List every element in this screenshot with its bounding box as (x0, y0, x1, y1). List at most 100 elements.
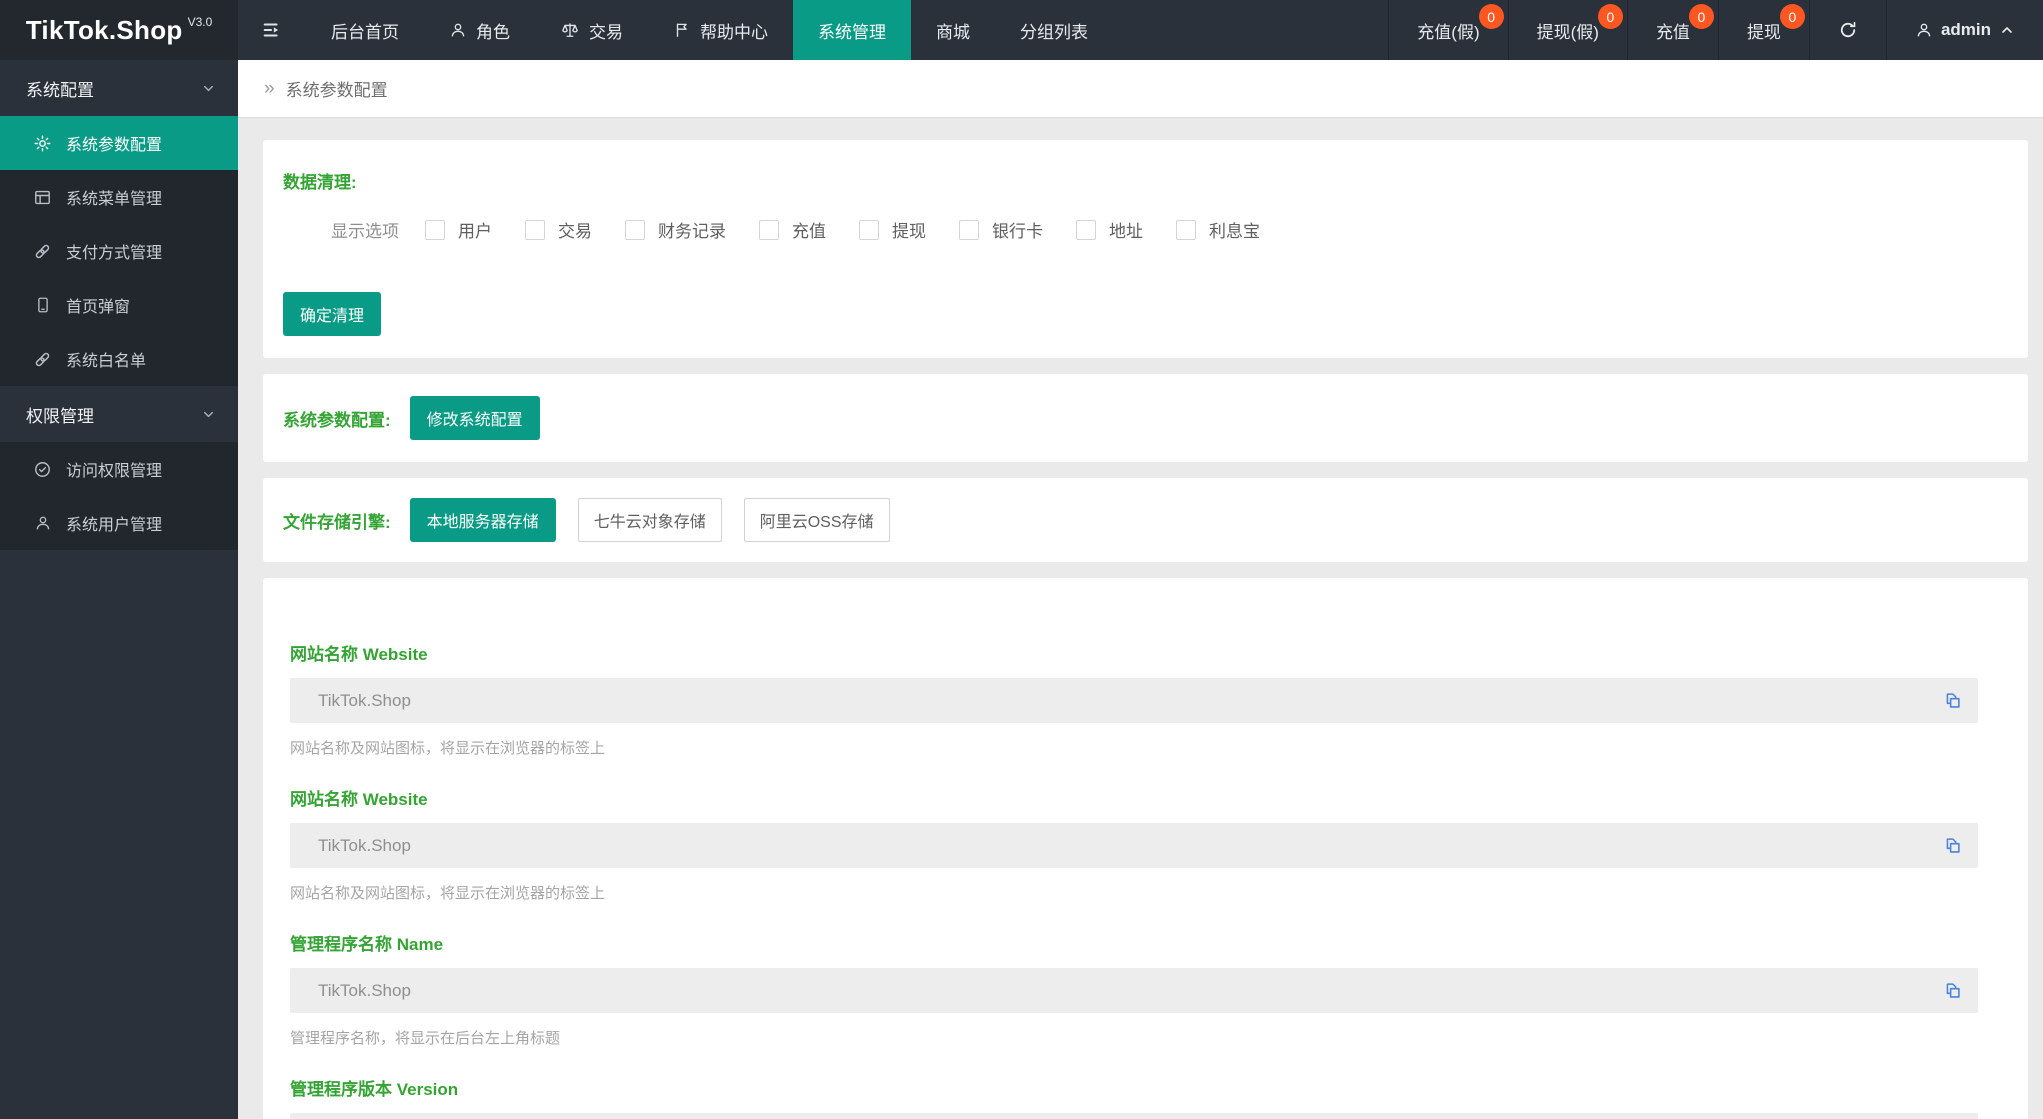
sidebar-item-access-permission[interactable]: 访问权限管理 (0, 442, 238, 496)
system-param-label: 系统参数配置: (283, 410, 391, 430)
checkbox-bank-card[interactable] (959, 219, 979, 240)
topnav-item-mall[interactable]: 商城 (911, 0, 995, 60)
sidebar-item-system-menu-management[interactable]: 系统菜单管理 (0, 170, 238, 224)
modify-system-config-button[interactable]: 修改系统配置 (409, 396, 540, 440)
withdraw-fake-button[interactable]: 提现(假) 0 (1507, 0, 1627, 60)
checkbox-withdraw[interactable] (859, 219, 879, 240)
storage-qiniu-button[interactable]: 七牛云对象存储 (577, 498, 722, 542)
topnav-item-system-management[interactable]: 系统管理 (793, 0, 911, 60)
copy-icon[interactable] (1941, 980, 1963, 1002)
copy-icon[interactable] (1941, 690, 1963, 712)
admin-name-input[interactable]: TikTok.Shop (290, 968, 1978, 1013)
field-label: 管理程序名称 Name (290, 935, 444, 954)
field-help: 网站名称及网站图标，将显示在浏览器的标签上 (290, 740, 606, 757)
check-group-user: 用户 (425, 217, 492, 242)
user-name: admin (1940, 20, 1991, 39)
person-icon (449, 21, 467, 39)
app-title: TikTok.Shop (25, 14, 183, 45)
topbar-right: 充值(假) 0 提现(假) 0 充值 0 提现 0 admin (1388, 0, 2043, 60)
app-version: V3.0 (187, 15, 213, 29)
form-field-admin-version: 管理程序版本 Version V3.0 管理程序版本，将显示在后台左上角标题 (290, 1075, 1978, 1119)
sidebar-section-system-config[interactable]: 系统配置 (0, 60, 238, 116)
checkbox-transaction[interactable] (525, 219, 545, 240)
topnav-item-dashboard[interactable]: 后台首页 (306, 0, 424, 60)
admin-version-input[interactable]: V3.0 (290, 1113, 1978, 1119)
chevron-up-icon (1999, 22, 2015, 38)
sidebar-item-system-param-config[interactable]: 系统参数配置 (0, 116, 238, 170)
sidebar-item-home-popup[interactable]: 首页弹窗 (0, 278, 238, 332)
topnav-item-group-list[interactable]: 分组列表 (995, 0, 1113, 60)
main-content: » 系统参数配置 数据清理: 显示选项 用户 交易 财务记录 充值 提现 银行卡… (238, 60, 2043, 1119)
recharge-button[interactable]: 充值 0 (1626, 0, 1718, 60)
refresh-button[interactable] (1808, 0, 1886, 60)
sidebar-item-system-users[interactable]: 系统用户管理 (0, 496, 238, 550)
page-title: 系统参数配置 (285, 81, 388, 100)
topnav-item-help-center[interactable]: 帮助中心 (648, 0, 793, 60)
shield-check-icon (32, 460, 53, 479)
recharge-badge: 0 (1688, 4, 1714, 29)
field-help: 网站名称及网站图标，将显示在浏览器的标签上 (290, 885, 606, 902)
checkbox-address[interactable] (1076, 219, 1096, 240)
field-label: 网站名称 Website (290, 790, 428, 809)
storage-engine-label: 文件存储引擎: (283, 512, 391, 532)
phone-icon (32, 296, 53, 314)
refresh-icon (1838, 20, 1858, 40)
settings-form-card: 网站名称 Website TikTok.Shop 网站名称及网站图标，将显示在浏… (263, 578, 2028, 1119)
checkbox-finance-record[interactable] (625, 219, 645, 240)
user-icon (32, 514, 53, 532)
user-icon (1915, 21, 1933, 39)
field-label: 管理程序版本 Version (290, 1080, 459, 1099)
topnav-item-transactions[interactable]: 交易 (535, 0, 648, 60)
sidebar-item-system-whitelist[interactable]: 系统白名单 (0, 332, 238, 386)
topnav-item-roles[interactable]: 角色 (424, 0, 535, 60)
withdraw-badge: 0 (1779, 4, 1805, 29)
sidebar-section-permission[interactable]: 权限管理 (0, 386, 238, 442)
app-logo[interactable]: TikTok.Shop V3.0 (0, 0, 238, 60)
app-root: TikTok.Shop V3.0 后台首页 角色 交易 帮助中心 系统管理 商城… (0, 0, 2043, 1119)
system-param-card: 系统参数配置: 修改系统配置 (263, 374, 2028, 462)
chevron-down-icon (201, 407, 216, 422)
check-group-recharge: 充值 (759, 217, 826, 242)
form-field-website-1: 网站名称 Website TikTok.Shop 网站名称及网站图标，将显示在浏… (290, 640, 1978, 758)
sidebar-submenu-permission: 访问权限管理 系统用户管理 (0, 442, 238, 550)
show-options-label: 显示选项 (331, 222, 399, 241)
checkbox-user[interactable] (425, 219, 445, 240)
checkbox-recharge[interactable] (759, 219, 779, 240)
checkbox-interest-treasure[interactable] (1176, 219, 1196, 240)
storage-aliyun-oss-button[interactable]: 阿里云OSS存储 (743, 498, 890, 542)
storage-engine-card: 文件存储引擎: 本地服务器存储 七牛云对象存储 阿里云OSS存储 (263, 478, 2028, 562)
flag-icon (673, 21, 691, 39)
scales-icon (560, 20, 580, 40)
user-menu[interactable]: admin (1885, 0, 2043, 60)
breadcrumb: » 系统参数配置 (238, 60, 2043, 118)
sidebar-item-payment-method-management[interactable]: 支付方式管理 (0, 224, 238, 278)
topbar: TikTok.Shop V3.0 后台首页 角色 交易 帮助中心 系统管理 商城… (0, 0, 2043, 60)
check-group-finance-record: 财务记录 (625, 217, 726, 242)
field-help: 管理程序名称，将显示在后台左上角标题 (290, 1030, 561, 1047)
field-label: 网站名称 Website (290, 645, 428, 664)
check-group-address: 地址 (1076, 217, 1143, 242)
recharge-fake-badge: 0 (1478, 4, 1504, 29)
website-input-1[interactable]: TikTok.Shop (290, 678, 1978, 723)
data-clean-label: 数据清理: (283, 173, 357, 192)
copy-icon[interactable] (1941, 835, 1963, 857)
confirm-clean-button[interactable]: 确定清理 (283, 292, 382, 336)
link-icon (32, 350, 53, 369)
topnav-menu: 后台首页 角色 交易 帮助中心 系统管理 商城 分组列表 (306, 0, 1113, 60)
sidebar: 系统配置 系统参数配置 系统菜单管理 支付方式管理 首页弹窗 系统白名单 权限管… (0, 60, 238, 1119)
link-icon (32, 242, 53, 261)
storage-local-button[interactable]: 本地服务器存储 (409, 498, 556, 542)
sidebar-submenu-system-config: 系统参数配置 系统菜单管理 支付方式管理 首页弹窗 系统白名单 (0, 116, 238, 386)
check-group-withdraw: 提现 (859, 217, 926, 242)
gear-icon (32, 134, 53, 153)
form-field-website-2: 网站名称 Website TikTok.Shop 网站名称及网站图标，将显示在浏… (290, 785, 1978, 903)
recharge-fake-button[interactable]: 充值(假) 0 (1388, 0, 1507, 60)
sidebar-collapse-button[interactable] (238, 0, 306, 60)
withdraw-button[interactable]: 提现 0 (1717, 0, 1809, 60)
form-field-admin-name: 管理程序名称 Name TikTok.Shop 管理程序名称，将显示在后台左上角… (290, 930, 1978, 1048)
window-icon (32, 188, 53, 207)
website-input-2[interactable]: TikTok.Shop (290, 823, 1978, 868)
check-group-bank-card: 银行卡 (959, 217, 1043, 242)
check-group-interest-treasure: 利息宝 (1176, 217, 1260, 242)
